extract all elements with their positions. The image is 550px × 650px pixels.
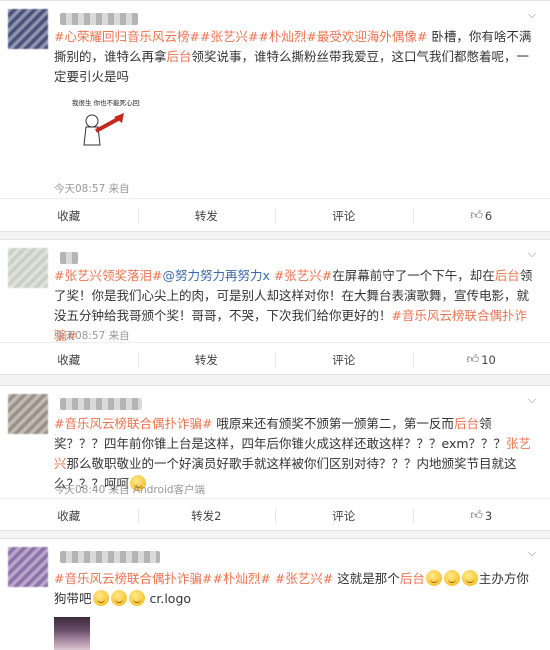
action-bar: 收藏 转发 评论 👍︎ 6 xyxy=(0,198,550,231)
smile-emoji-icon xyxy=(110,590,127,606)
like-button[interactable]: 👍︎ 10 xyxy=(412,343,550,374)
weibo-post: ⌵ #音乐风云榜联合偶扑诈骗# 哦原来还有颁奖不颁第一颁第二，第一反而后台领奖？… xyxy=(0,385,550,531)
action-bar: 收藏 转发 评论 👍︎ 10 xyxy=(0,342,550,374)
repost-button[interactable]: 转发 xyxy=(137,343,276,374)
collect-label: 收藏 xyxy=(57,352,81,367)
hashtag-link[interactable]: ##朴灿烈 xyxy=(248,29,306,44)
username-blurred[interactable] xyxy=(60,398,142,410)
action-bar: 收藏 转发2 评论 👍︎ 3 xyxy=(0,498,550,530)
comment-label: 评论 xyxy=(332,352,356,367)
comment-button[interactable]: 评论 xyxy=(275,343,413,374)
chevron-down-icon[interactable]: ⌵ xyxy=(526,9,538,21)
sticker-image[interactable]: 我很生 你也不能死心回来 xyxy=(70,97,140,153)
post-text: #音乐风云榜联合偶扑诈骗##朴灿烈# #张艺兴# 这就是那个后台 主办方你狗带吧 … xyxy=(54,569,534,609)
repost-label: 转发 xyxy=(194,352,218,367)
comment-label: 评论 xyxy=(332,208,356,223)
repost-label: 转发 xyxy=(194,208,218,223)
collect-button[interactable]: 收藏 xyxy=(0,499,138,530)
username-blurred[interactable] xyxy=(60,252,78,264)
username-blurred[interactable] xyxy=(60,551,160,563)
comment-button[interactable]: 评论 xyxy=(275,499,413,530)
like-button[interactable]: 👍︎ 6 xyxy=(412,199,550,231)
smile-emoji-icon xyxy=(425,570,442,586)
post-text-segment: 这就是那个 xyxy=(333,571,400,586)
hashtag-link[interactable]: #音乐风云榜联合偶扑诈骗# xyxy=(54,416,212,431)
comment-button[interactable]: 评论 xyxy=(275,199,413,231)
username-blurred[interactable] xyxy=(60,13,138,25)
repost-button[interactable]: 转发 xyxy=(137,199,276,231)
smile-emoji-icon xyxy=(128,590,145,606)
avatar[interactable] xyxy=(8,9,48,49)
avatar[interactable] xyxy=(8,394,48,434)
collect-button[interactable]: 收藏 xyxy=(0,199,138,231)
post-photo-thumbnail[interactable] xyxy=(54,617,90,650)
weibo-post: ⌵ #心荣耀回归音乐风云榜##张艺兴##朴灿烈#最受欢迎海外偶像# 卧槽，你有啥… xyxy=(0,0,550,232)
hashtag-link[interactable]: #最受欢迎海外偶像# xyxy=(306,29,427,44)
avatar[interactable] xyxy=(8,547,48,587)
post-meta: 今天08:40 来自 Android客户端 xyxy=(54,484,206,496)
collect-button[interactable]: 收藏 xyxy=(0,343,138,374)
chevron-down-icon[interactable]: ⌵ xyxy=(526,547,538,559)
hashtag-link[interactable]: #张艺兴# xyxy=(271,571,333,586)
post-meta: 今天08:57 来自 xyxy=(54,330,130,342)
post-text-segment: 哦原来还有颁奖不颁第一颁第二，第一反而 xyxy=(212,416,454,431)
hashtag-link[interactable]: #音乐风云榜联合偶扑诈骗# xyxy=(54,571,212,586)
like-button[interactable]: 👍︎ 3 xyxy=(412,499,550,530)
comment-label: 评论 xyxy=(332,508,356,523)
collect-label: 收藏 xyxy=(57,208,81,223)
hashtag-link[interactable]: #张艺兴# xyxy=(270,268,332,283)
smile-emoji-icon xyxy=(92,590,109,606)
hashtag-link[interactable]: 后台 xyxy=(454,416,479,431)
repost-label: 转发2 xyxy=(191,508,222,523)
hashtag-link[interactable]: #张艺兴领奖落泪# xyxy=(54,268,162,283)
hashtag-link[interactable]: 后台 xyxy=(400,571,425,586)
smile-emoji-icon xyxy=(443,570,460,586)
post-text: #心荣耀回归音乐风云榜##张艺兴##朴灿烈#最受欢迎海外偶像# 卧槽，你有啥不满… xyxy=(54,27,534,87)
hashtag-link[interactable]: #心荣耀回归音乐风云榜 xyxy=(54,29,189,44)
smile-emoji-icon xyxy=(461,570,478,586)
repost-button[interactable]: 转发2 xyxy=(137,499,276,530)
hashtag-link[interactable]: 后台 xyxy=(167,49,192,64)
chevron-down-icon[interactable]: ⌵ xyxy=(526,394,538,406)
thumbs-up-icon: 👍︎ xyxy=(466,352,480,366)
hashtag-link[interactable]: ##张艺兴 xyxy=(189,29,247,44)
post-meta: 今天08:57 来自 xyxy=(54,183,130,195)
thumbs-up-icon: 👍︎ xyxy=(470,208,483,222)
mention-link[interactable]: @努力努力再努力x xyxy=(162,268,269,283)
hashtag-link[interactable]: #朴灿烈# xyxy=(212,571,270,586)
thumbs-up-icon: 👍︎ xyxy=(470,508,483,522)
sticker-caption: 我很生 你也不能死心回来 xyxy=(72,98,140,107)
avatar[interactable] xyxy=(8,248,48,288)
collect-label: 收藏 xyxy=(57,508,81,523)
like-count: 10 xyxy=(481,352,496,367)
like-count: 6 xyxy=(484,208,493,223)
chevron-down-icon[interactable]: ⌵ xyxy=(526,248,538,260)
weibo-post: ⌵ #张艺兴领奖落泪#@努力努力再努力x #张艺兴#在屏幕前守了一个下午，却在后… xyxy=(0,239,550,375)
post-text-segment: cr.logo xyxy=(145,591,192,606)
hashtag-link[interactable]: 后台 xyxy=(495,268,520,283)
like-count: 3 xyxy=(484,508,493,523)
post-text-segment: 在屏幕前守了一个下午，却在 xyxy=(332,268,495,283)
